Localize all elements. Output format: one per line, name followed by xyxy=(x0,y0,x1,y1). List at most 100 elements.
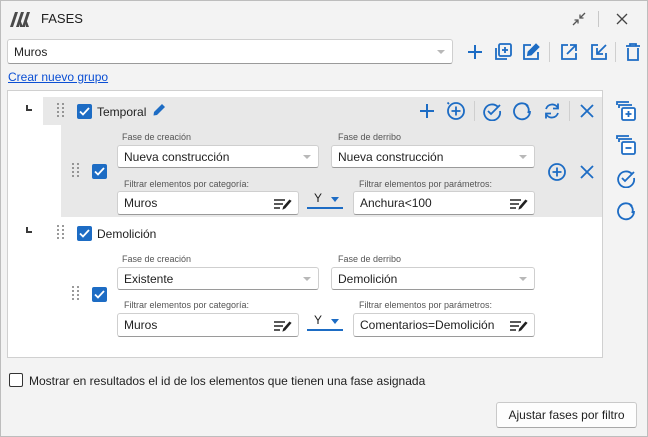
export-icon xyxy=(561,44,577,60)
categoria-label: Filtrar elementos por categoría: xyxy=(124,179,250,189)
drag-handle-icon[interactable] xyxy=(57,225,65,239)
fase-derribo-select[interactable]: Nueva construcción xyxy=(331,145,535,168)
chevron-down-icon xyxy=(303,154,311,159)
group-checkbox-temporal[interactable] xyxy=(77,104,92,119)
remove-all-button[interactable] xyxy=(614,133,638,157)
edit-group-button[interactable] xyxy=(519,40,543,64)
add-all-button[interactable] xyxy=(614,99,638,123)
parametros-label: Filtrar elementos por parámetros: xyxy=(359,300,493,310)
drag-handle-icon[interactable] xyxy=(72,286,80,300)
group-select[interactable]: Muros xyxy=(7,39,453,64)
filter-edit-icon[interactable] xyxy=(509,320,529,332)
pencil-icon xyxy=(153,104,165,116)
parametros-value: Anchura<100 xyxy=(360,196,432,210)
parametros-input[interactable]: Anchura<100 xyxy=(353,191,535,215)
filter-edit-icon[interactable] xyxy=(273,198,293,210)
show-ids-checkbox[interactable] xyxy=(9,373,23,387)
chevron-down-icon xyxy=(331,319,339,324)
layers-add-icon xyxy=(616,101,636,121)
checkmark-icon xyxy=(79,229,90,238)
circle-icon xyxy=(617,202,635,221)
group-toolbar-separator xyxy=(569,101,570,121)
filter-edit-icon[interactable] xyxy=(273,320,293,332)
categoria-label: Filtrar elementos por categoría: xyxy=(124,300,250,310)
fase-creacion-select[interactable]: Nueva construcción xyxy=(117,145,319,168)
rule-checkbox[interactable] xyxy=(92,164,107,179)
group-name: Temporal xyxy=(97,105,147,119)
rename-group-button[interactable] xyxy=(150,101,168,119)
add-copy-icon xyxy=(495,43,512,60)
toolbar-separator xyxy=(549,42,550,62)
close-icon xyxy=(616,13,628,25)
add-subrule-button[interactable] xyxy=(445,100,467,122)
show-ids-label: Mostrar en resultados el id de los eleme… xyxy=(29,374,426,388)
duplicate-group-button[interactable] xyxy=(491,40,515,64)
fase-derribo-value: Demolición xyxy=(338,271,398,286)
add-icon xyxy=(420,104,434,118)
check-circle-icon xyxy=(617,170,635,188)
chevron-down-icon xyxy=(303,276,311,281)
fase-derribo-label: Fase de derribo xyxy=(338,132,402,142)
delete-group-button[interactable] xyxy=(621,40,645,64)
filter-edit-icon[interactable] xyxy=(509,198,529,210)
create-group-link[interactable]: Crear nuevo grupo xyxy=(8,70,108,84)
fase-creacion-label: Fase de creación xyxy=(122,254,192,264)
categoria-input[interactable]: Muros xyxy=(117,191,299,215)
toolbar-separator xyxy=(615,42,616,62)
drag-handle-icon[interactable] xyxy=(57,103,65,117)
close-button[interactable] xyxy=(610,7,634,31)
parametros-value: Comentarios=Demolición xyxy=(360,318,495,332)
fases-window: FASES Muros Crear nuevo grupo Temporal F… xyxy=(0,0,648,437)
close-icon xyxy=(580,104,594,118)
group-toolbar-separator xyxy=(474,101,475,121)
chevron-down-icon xyxy=(331,197,339,202)
add-subrule-button[interactable] xyxy=(546,161,568,183)
delete-icon xyxy=(626,43,640,61)
remove-group-button[interactable] xyxy=(577,101,597,121)
app-logo-icon xyxy=(9,10,35,28)
operator-select[interactable]: Y xyxy=(307,310,343,331)
drag-handle-icon[interactable] xyxy=(72,163,80,177)
add-group-button[interactable] xyxy=(463,40,487,64)
uncheck-all-button[interactable] xyxy=(511,100,533,122)
categoria-input[interactable]: Muros xyxy=(117,313,299,337)
checkmark-icon xyxy=(79,107,90,116)
chevron-down-icon xyxy=(437,49,445,54)
import-button[interactable] xyxy=(587,40,611,64)
fase-derribo-select[interactable]: Demolición xyxy=(331,267,535,290)
parametros-input[interactable]: Comentarios=Demolición xyxy=(353,313,535,337)
collapse-arrows-icon xyxy=(572,12,586,26)
import-icon xyxy=(591,44,607,60)
operator-value: Y xyxy=(314,191,323,205)
check-all-groups-button[interactable] xyxy=(614,166,638,190)
fase-creacion-value: Nueva construcción xyxy=(124,149,230,164)
fase-creacion-value: Existente xyxy=(124,271,174,286)
refresh-icon xyxy=(545,103,559,119)
add-circle-icon xyxy=(446,101,465,120)
group-select-value: Muros xyxy=(14,44,48,59)
export-button[interactable] xyxy=(557,40,581,64)
fase-derribo-label: Fase de derribo xyxy=(338,254,402,264)
circle-icon xyxy=(513,102,531,121)
refresh-button[interactable] xyxy=(541,100,563,122)
group-checkbox-demolicion[interactable] xyxy=(77,226,92,241)
title-bar: FASES xyxy=(1,1,647,37)
layers-remove-icon xyxy=(616,135,636,155)
add-icon xyxy=(468,45,482,59)
rule-checkbox[interactable] xyxy=(92,287,107,302)
fase-creacion-select[interactable]: Existente xyxy=(117,267,319,290)
checkmark-icon xyxy=(94,167,105,176)
add-rule-button[interactable] xyxy=(417,101,437,121)
uncheck-all-groups-button[interactable] xyxy=(614,199,638,223)
collapse-button[interactable] xyxy=(567,7,591,31)
categoria-value: Muros xyxy=(124,196,158,210)
remove-rule-button[interactable] xyxy=(577,162,597,182)
tree-connector-icon xyxy=(26,227,32,233)
operator-select[interactable]: Y xyxy=(307,188,343,209)
edit-icon xyxy=(523,43,540,60)
tree-connector-icon xyxy=(26,105,32,111)
chevron-down-icon xyxy=(519,154,527,159)
group-name: Demolición xyxy=(97,227,157,241)
check-all-button[interactable] xyxy=(481,100,503,122)
apply-phases-button[interactable]: Ajustar fases por filtro xyxy=(496,402,637,428)
